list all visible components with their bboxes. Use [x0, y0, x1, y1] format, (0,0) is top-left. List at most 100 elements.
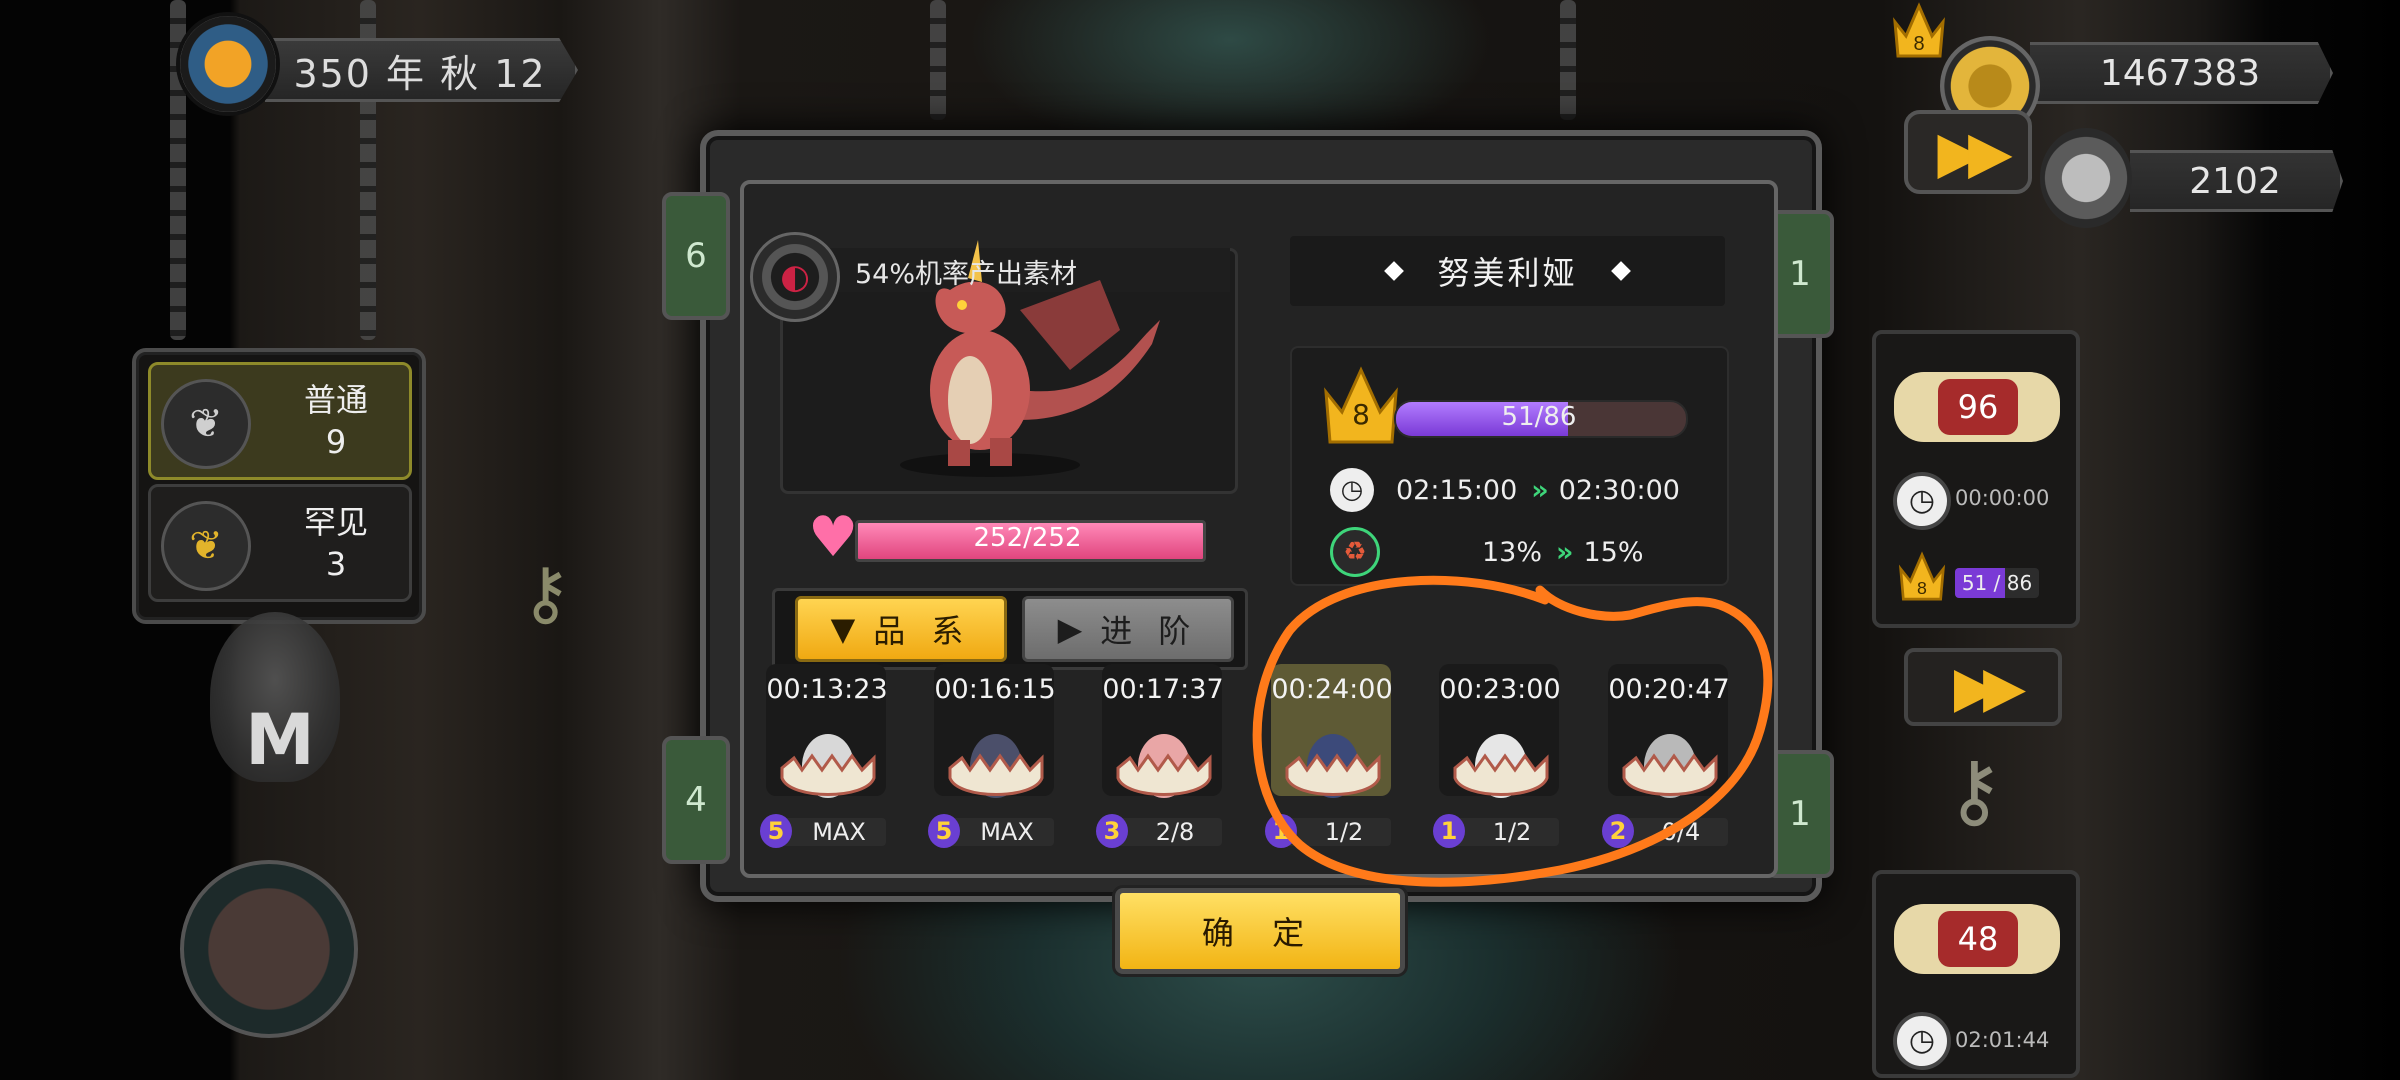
drop-medal-icon: ◐ [750, 232, 840, 322]
crown-icon: 8 [1893, 2, 1945, 58]
egg-icon [780, 734, 876, 798]
side-tab-left-bottom[interactable]: 4 [662, 736, 730, 864]
egg-slot-level: 5 [760, 814, 792, 848]
gold-leaf-icon: ❦ [161, 501, 251, 591]
fast-forward-icon: ▶▶ [1937, 118, 2012, 186]
date-text: 350 年 秋 12 [293, 51, 547, 96]
confirm-button[interactable]: 确 定 [1115, 888, 1405, 974]
side-tab-label: 6 [685, 236, 707, 276]
gold-display: 1467383 [2030, 42, 2333, 104]
tab-label: 品 系 [873, 612, 972, 650]
egg-icon [1285, 734, 1381, 798]
diamond-icon [1610, 261, 1631, 281]
egg-slot-level: 5 [928, 814, 960, 848]
tab-label: 进 阶 [1100, 612, 1199, 650]
egg-slot-progress: 1/2 [1324, 818, 1364, 846]
side-exp-text: 51 / 86 [1961, 571, 2033, 595]
fast-forward-button[interactable]: ▶▶ [1904, 110, 2032, 194]
egg-slot-timer: 00:20:47 [1608, 674, 1730, 705]
svg-text:8: 8 [1913, 33, 1924, 55]
clock-icon: ◷ [1893, 1012, 1951, 1070]
game-screen: 350 年 秋 12 ❦ 普通 9 ❦ 罕见 3 M ⚷ 6 4 1 1 ◐ 5… [0, 0, 2400, 1080]
side-card-time: 00:00:00 [1955, 486, 2050, 510]
house-icon[interactable] [180, 860, 358, 1038]
egg-slot[interactable]: 00:13:23 5 MAX [752, 660, 902, 860]
egg-slot[interactable]: 00:17:37 3 2/8 [1088, 660, 1238, 860]
egg-slots-row: 00:13:23 5 MAX 00:16:15 5 MAX 00:17:37 3 2/8 00:2… [752, 660, 1752, 860]
side-tab-label: 1 [1789, 254, 1811, 294]
monster-emblem-icon: M [245, 699, 315, 781]
season-moon-icon[interactable] [180, 16, 276, 112]
egg-slot[interactable]: 00:16:15 5 MAX [920, 660, 1070, 860]
confirm-label: 确 定 [1201, 914, 1319, 952]
rate-stat-row: ♻ 13% » 15% [1330, 527, 1710, 577]
triangle-right-icon: ▶ [1057, 610, 1083, 648]
egg-slot[interactable]: 00:24:00 1 1/2 [1257, 660, 1407, 860]
time-next: 02:30:00 [1558, 474, 1680, 506]
rarity-item-uncommon[interactable]: ❦ 罕见 3 [148, 484, 412, 602]
hp-text: 252/252 [973, 523, 1082, 553]
key-icon: ⚷ [1945, 744, 2004, 837]
can-amount: 2102 [2189, 160, 2281, 202]
side-card-time: 02:01:44 [1955, 1028, 2050, 1052]
double-chevron-icon: » [1531, 474, 1549, 506]
side-exp-bar: 51 / 86 [1955, 568, 2039, 598]
tab-jinjie[interactable]: ▶ 进 阶 [1022, 596, 1234, 662]
triangle-down-icon: ▼ [830, 610, 856, 648]
fast-forward-button[interactable]: ▶▶ [1904, 648, 2062, 726]
egg-slot-progress: 2/8 [1155, 818, 1195, 846]
creature-name: 努美利娅 [1437, 254, 1578, 292]
meat-cycle-icon: ♻ [1330, 527, 1380, 577]
rarity-count: 3 [325, 545, 347, 583]
egg-slot-progress: 0/4 [1661, 818, 1701, 846]
svg-text:8: 8 [1917, 578, 1927, 598]
rarity-item-common[interactable]: ❦ 普通 9 [148, 362, 412, 480]
creature-name-bar: 努美利娅 [1290, 236, 1725, 306]
egg-slot-level: 2 [1602, 814, 1634, 848]
rarity-name: 罕见 [303, 503, 368, 541]
silver-leaf-icon: ❦ [161, 379, 251, 469]
egg-slot-progress: MAX [812, 818, 866, 846]
egg-slot-timer: 00:24:00 [1271, 674, 1393, 705]
egg-slot[interactable]: 00:20:47 2 0/4 [1594, 660, 1744, 860]
egg-icon [1622, 734, 1718, 798]
egg-icon [948, 734, 1044, 798]
egg-slot-timer: 00:16:15 [934, 674, 1056, 705]
egg-slot-level: 1 [1265, 814, 1297, 848]
egg-icon [1453, 734, 1549, 798]
egg-slot[interactable]: 00:23:00 1 1/2 [1425, 660, 1575, 860]
bone-value: 48 [1938, 911, 2018, 967]
rate-current: 13% [1482, 536, 1543, 568]
clock-icon: ◷ [1330, 468, 1374, 512]
egg-slot-timer: 00:13:23 [766, 674, 888, 705]
time-stat-row: ◷ 02:15:00 » 02:30:00 [1330, 468, 1710, 512]
bone-value: 96 [1938, 379, 2018, 435]
egg-slot-timer: 00:17:37 [1102, 674, 1224, 705]
side-tab-left-top[interactable]: 6 [662, 192, 730, 320]
side-tab-label: 1 [1789, 794, 1811, 834]
egg-slot-level: 1 [1433, 814, 1465, 848]
exp-text: 51/86 [1501, 402, 1577, 432]
gold-amount: 1467383 [2099, 52, 2261, 94]
chain-decoration [930, 0, 946, 120]
chain-decoration [1560, 0, 1576, 120]
tab-pinxi[interactable]: ▼ 品 系 [795, 596, 1007, 662]
double-chevron-icon: » [1556, 536, 1574, 568]
time-current: 02:15:00 [1396, 474, 1518, 506]
egg-icon [1116, 734, 1212, 798]
can-icon[interactable] [2040, 128, 2132, 228]
crown-icon: 8 [1898, 551, 1946, 601]
rate-next: 15% [1583, 536, 1644, 568]
clock-icon: ◷ [1893, 472, 1951, 530]
side-tab-label: 4 [685, 780, 707, 820]
rarity-name: 普通 [303, 381, 368, 419]
egg-slot-progress: 1/2 [1492, 818, 1532, 846]
date-display: 350 年 秋 12 [265, 38, 578, 102]
key-icon: ⚷ [520, 552, 572, 634]
egg-slot-level: 3 [1096, 814, 1128, 848]
drop-rate-text: 54%机率产出素材 [855, 259, 1078, 290]
egg-slot-progress: MAX [980, 818, 1034, 846]
egg-slot-timer: 00:23:00 [1439, 674, 1561, 705]
can-display: 2102 [2130, 150, 2343, 212]
rarity-panel: ❦ 普通 9 ❦ 罕见 3 [132, 348, 426, 624]
